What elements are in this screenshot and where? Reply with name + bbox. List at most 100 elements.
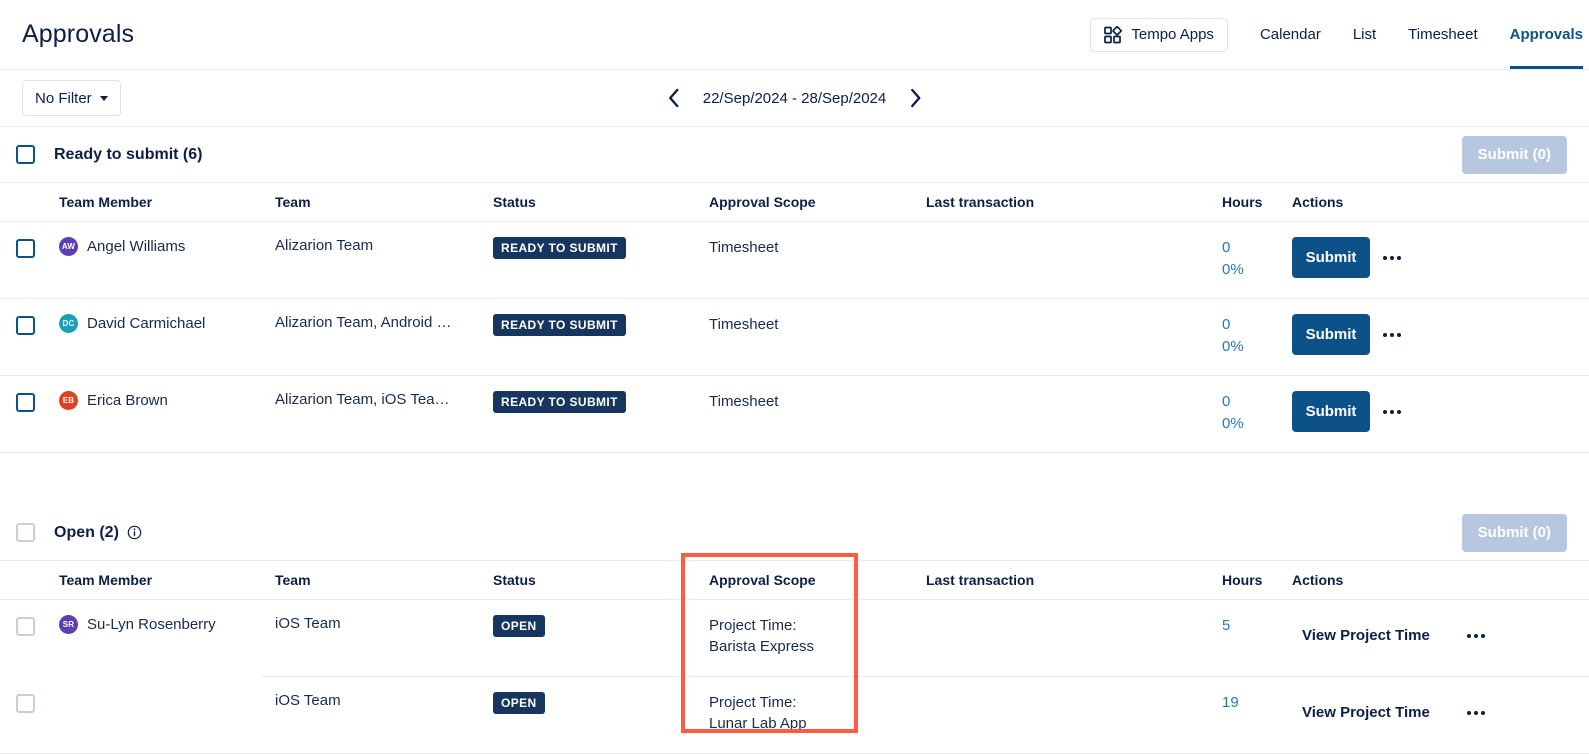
filter-dropdown[interactable]: No Filter: [22, 80, 121, 116]
row-checkbox[interactable]: [16, 694, 35, 713]
member-cell: SR Su-Lyn Rosenberry: [59, 615, 275, 634]
submit-button[interactable]: Submit: [1292, 237, 1370, 278]
tempo-apps-button[interactable]: Tempo Apps: [1090, 18, 1228, 52]
caret-down-icon: [100, 96, 108, 101]
column-header-last-transaction: Last transaction: [926, 572, 1222, 588]
status-badge: OPEN: [493, 615, 545, 637]
submit-button[interactable]: Submit: [1292, 314, 1370, 355]
status-badge: READY TO SUBMIT: [493, 237, 626, 259]
hours-value[interactable]: 19: [1222, 692, 1292, 714]
row-actions: View Project Time: [1292, 615, 1532, 656]
column-header-team-member: Team Member: [59, 194, 275, 210]
tab-approvals[interactable]: Approvals: [1494, 0, 1589, 69]
avatar: SR: [59, 615, 78, 634]
hours-value[interactable]: 0: [1222, 314, 1292, 336]
section-header-open: Open (2) Submit (0): [0, 505, 1589, 561]
team-cell: Alizarion Team, Android …: [275, 314, 493, 331]
app-header: Approvals Tempo Apps Calendar List Times…: [0, 0, 1589, 70]
table-header-ready-to-submit: Team Member Team Status Approval Scope L…: [0, 183, 1589, 222]
member-name: Su-Lyn Rosenberry: [87, 616, 216, 633]
view-project-time-link[interactable]: View Project Time: [1302, 704, 1430, 721]
team-cell: iOS Team: [275, 692, 493, 709]
approval-scope-line-1: Project Time:: [709, 615, 926, 636]
filter-dropdown-label: No Filter: [35, 90, 92, 107]
column-header-status: Status: [493, 194, 709, 210]
column-header-hours: Hours: [1222, 572, 1292, 588]
column-header-actions: Actions: [1292, 572, 1532, 588]
section-gap: [0, 453, 1589, 505]
date-range-label: 22/Sep/2024 - 28/Sep/2024: [703, 90, 887, 107]
page-title: Approvals: [22, 20, 134, 49]
row-checkbox[interactable]: [16, 617, 35, 636]
column-header-actions: Actions: [1292, 194, 1532, 210]
column-header-team: Team: [275, 572, 493, 588]
hours-percent[interactable]: 0%: [1222, 413, 1292, 435]
status-badge: READY TO SUBMIT: [493, 391, 626, 413]
view-project-time-link[interactable]: View Project Time: [1302, 627, 1430, 644]
member-cell: EB Erica Brown: [59, 391, 275, 410]
tab-timesheet[interactable]: Timesheet: [1392, 0, 1493, 69]
member-cell: AW Angel Williams: [59, 237, 275, 256]
date-range-navigator: 22/Sep/2024 - 28/Sep/2024: [663, 87, 927, 109]
status-badge: READY TO SUBMIT: [493, 314, 626, 336]
approval-scope-line-2: Barista Express: [709, 636, 926, 657]
ellipsis-horizontal-icon[interactable]: [1454, 615, 1498, 656]
status-badge: OPEN: [493, 692, 545, 714]
avatar: AW: [59, 237, 78, 256]
member-name: Erica Brown: [87, 392, 168, 409]
table-row[interactable]: AW Angel Williams Alizarion Team READY T…: [0, 222, 1589, 299]
hours-percent[interactable]: 0%: [1222, 336, 1292, 358]
section-select-all-checkbox-open[interactable]: [16, 523, 35, 542]
column-header-last-transaction: Last transaction: [926, 194, 1222, 210]
ellipsis-horizontal-icon[interactable]: [1370, 314, 1414, 355]
table-header-open: Team Member Team Status Approval Scope L…: [0, 561, 1589, 600]
approval-scope-cell: Timesheet: [709, 239, 778, 256]
section-submit-button-open[interactable]: Submit (0): [1462, 514, 1567, 552]
primary-nav: Tempo Apps Calendar List Timesheet Appro…: [1090, 0, 1589, 69]
tempo-apps-label: Tempo Apps: [1131, 26, 1214, 43]
column-header-hours: Hours: [1222, 194, 1292, 210]
grid-apps-icon: [1104, 26, 1122, 44]
hours-percent[interactable]: 0%: [1222, 259, 1292, 281]
hours-value[interactable]: 0: [1222, 391, 1292, 413]
avatar: EB: [59, 391, 78, 410]
table-row[interactable]: iOS Team OPEN Project Time: Lunar Lab Ap…: [0, 677, 1589, 754]
row-checkbox[interactable]: [16, 393, 35, 412]
member-cell: DC David Carmichael: [59, 314, 275, 333]
row-actions: Submit: [1292, 314, 1532, 355]
row-actions: Submit: [1292, 237, 1532, 278]
chevron-right-icon[interactable]: [904, 87, 926, 109]
column-header-team-member: Team Member: [59, 572, 275, 588]
table-row[interactable]: DC David Carmichael Alizarion Team, Andr…: [0, 299, 1589, 376]
column-header-team: Team: [275, 194, 493, 210]
section-submit-button-ready-to-submit[interactable]: Submit (0): [1462, 136, 1567, 174]
section-title-open: Open (2): [54, 524, 142, 542]
chevron-left-icon[interactable]: [663, 87, 685, 109]
row-checkbox[interactable]: [16, 316, 35, 335]
tab-list[interactable]: List: [1337, 0, 1392, 69]
row-checkbox[interactable]: [16, 239, 35, 258]
section-select-all-checkbox-ready-to-submit[interactable]: [16, 145, 35, 164]
column-header-status: Status: [493, 572, 709, 588]
ellipsis-horizontal-icon[interactable]: [1370, 237, 1414, 278]
team-cell: Alizarion Team, iOS Tea…: [275, 391, 493, 408]
info-circle-icon[interactable]: [127, 525, 142, 540]
row-actions: View Project Time: [1292, 692, 1532, 733]
column-header-approval-scope: Approval Scope: [709, 194, 926, 210]
ellipsis-horizontal-icon[interactable]: [1370, 391, 1414, 432]
section-title-ready-to-submit: Ready to submit (6): [54, 146, 202, 164]
ellipsis-horizontal-icon[interactable]: [1454, 692, 1498, 733]
row-actions: Submit: [1292, 391, 1532, 432]
hours-value[interactable]: 5: [1222, 615, 1292, 637]
table-row[interactable]: EB Erica Brown Alizarion Team, iOS Tea… …: [0, 376, 1589, 453]
filter-bar: No Filter 22/Sep/2024 - 28/Sep/2024: [0, 70, 1589, 127]
submit-button[interactable]: Submit: [1292, 391, 1370, 432]
tab-calendar[interactable]: Calendar: [1244, 0, 1337, 69]
approval-scope-cell: Timesheet: [709, 393, 778, 410]
hours-value[interactable]: 0: [1222, 237, 1292, 259]
section-title-label: Ready to submit (6): [54, 146, 202, 164]
member-name: David Carmichael: [87, 315, 205, 332]
table-row[interactable]: SR Su-Lyn Rosenberry iOS Team OPEN Proje…: [0, 600, 1589, 677]
team-cell: Alizarion Team: [275, 237, 493, 254]
approval-scope-line-2: Lunar Lab App: [709, 713, 926, 734]
